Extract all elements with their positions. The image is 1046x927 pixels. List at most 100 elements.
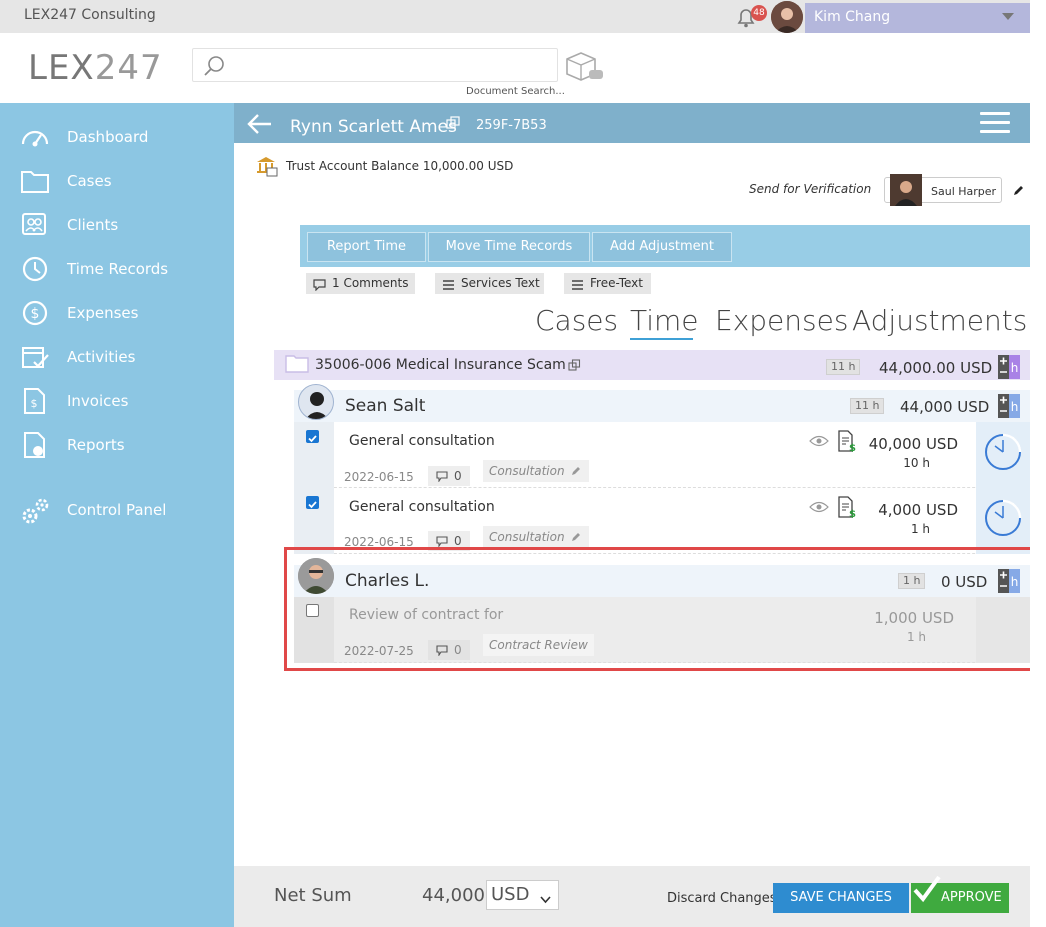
services-text-button[interactable]: Services Text: [435, 273, 544, 294]
clients-icon: [20, 211, 50, 239]
net-sum-value: 44,000: [422, 885, 485, 906]
entry-hours: 10 h: [903, 456, 930, 470]
pencil-icon[interactable]: [1012, 182, 1024, 201]
invoice-icon: $: [20, 387, 50, 415]
net-sum-label: Net Sum: [274, 885, 352, 906]
entry-tag[interactable]: Consultation: [483, 460, 589, 482]
sidebar: Dashboard Cases Clients Time Records $ E…: [0, 103, 234, 927]
move-time-records-button[interactable]: Move Time Records: [428, 232, 590, 262]
tab-expenses[interactable]: Expenses: [715, 304, 848, 337]
user-avatar[interactable]: [771, 1, 803, 33]
approve-button[interactable]: APPROVE: [911, 875, 1009, 913]
entry-amount: 4,000 USD: [878, 501, 958, 519]
employee-hours-badge: 11 h: [850, 398, 885, 414]
client-code: 259F-7B53: [476, 118, 547, 133]
sidebar-item-time-records[interactable]: Time Records: [0, 249, 234, 289]
case-sum: 44,000.00 USD: [879, 359, 993, 377]
entry-comments[interactable]: 0: [428, 466, 470, 486]
report-icon: [20, 431, 50, 459]
h-label: h: [1011, 361, 1019, 375]
check-icon: [913, 875, 941, 911]
report-time-button[interactable]: Report Time: [307, 232, 426, 262]
entry-title[interactable]: General consultation: [349, 499, 495, 515]
approve-label: APPROVE: [941, 890, 1002, 905]
calc-hours-icon[interactable]: h: [998, 355, 1020, 379]
timer-icon[interactable]: [983, 432, 1023, 476]
external-link-icon[interactable]: [568, 357, 581, 376]
gears-icon: [20, 496, 50, 524]
comment-icon: [436, 471, 448, 482]
sidebar-item-label: Time Records: [67, 260, 169, 278]
avatar: [298, 384, 334, 420]
eye-icon[interactable]: [809, 433, 829, 452]
sidebar-item-label: Activities: [67, 348, 136, 366]
entry-comment-count: 0: [454, 469, 462, 483]
user-name[interactable]: Kim Chang: [814, 9, 890, 25]
entry-date: 2022-06-15: [344, 470, 414, 484]
chevron-down-icon: [540, 887, 551, 915]
bank-icon: [256, 155, 278, 181]
calc-hours-icon[interactable]: h: [998, 394, 1020, 418]
sidebar-item-control-panel[interactable]: Control Panel: [0, 490, 234, 530]
entry-checkbox[interactable]: [306, 430, 319, 443]
comments-label: 1 Comments: [332, 276, 409, 290]
entry-tag[interactable]: Consultation: [483, 526, 589, 548]
currency-select[interactable]: USD: [486, 880, 559, 910]
send-verification-label: Send for Verification: [749, 182, 872, 196]
package-search-icon[interactable]: [563, 50, 605, 86]
gauge-icon: [20, 123, 50, 151]
entry-amount: 40,000 USD: [868, 435, 958, 453]
sidebar-item-invoices[interactable]: $ Invoices: [0, 381, 234, 421]
approver-avatar: [890, 174, 922, 206]
comments-button[interactable]: 1 Comments: [306, 273, 415, 294]
page-edge: [1030, 0, 1046, 927]
sidebar-item-label: Invoices: [67, 392, 129, 410]
svg-text:$: $: [31, 397, 38, 410]
dollar-icon: $: [20, 299, 50, 327]
pencil-icon: [571, 533, 580, 541]
free-text-button[interactable]: Free-Text: [564, 273, 651, 294]
tab-adjustments[interactable]: Adjustments: [852, 304, 1027, 337]
calendar-check-icon: [20, 343, 50, 371]
comment-icon: [313, 277, 326, 298]
document-search[interactable]: [192, 48, 558, 82]
timer-icon[interactable]: [983, 498, 1023, 542]
sidebar-item-label: Dashboard: [67, 128, 149, 146]
hamburger-menu-icon[interactable]: [980, 112, 1010, 134]
case-name[interactable]: 35006-006 Medical Insurance Scam: [315, 357, 566, 373]
tab-time[interactable]: Time: [630, 304, 699, 337]
sidebar-item-cases[interactable]: Cases: [0, 161, 234, 201]
sidebar-item-clients[interactable]: Clients: [0, 205, 234, 245]
entry-checkbox[interactable]: [306, 496, 319, 509]
add-adjustment-button[interactable]: Add Adjustment: [592, 232, 732, 262]
search-input[interactable]: [235, 49, 545, 81]
approver-select[interactable]: Saul Harper: [884, 174, 1002, 206]
sidebar-item-dashboard[interactable]: Dashboard: [0, 117, 234, 157]
back-arrow-icon[interactable]: [246, 111, 274, 141]
sidebar-item-expenses[interactable]: $ Expenses: [0, 293, 234, 333]
entry-tag-label: Consultation: [489, 530, 565, 544]
sidebar-item-label: Cases: [67, 172, 112, 190]
lines-icon: [571, 277, 584, 298]
sidebar-item-reports[interactable]: Reports: [0, 425, 234, 465]
client-name[interactable]: Rynn Scarlett Ames: [290, 117, 457, 137]
folder-icon: [285, 353, 309, 377]
chevron-down-icon[interactable]: [1002, 13, 1014, 20]
discard-changes-link[interactable]: Discard Changes: [667, 891, 777, 906]
logo-thin: 247: [94, 48, 163, 88]
currency-value: USD: [491, 884, 530, 905]
employee-sum: 44,000 USD: [900, 398, 990, 416]
eye-icon[interactable]: [809, 499, 829, 518]
entry-title[interactable]: General consultation: [349, 433, 495, 449]
active-tab-indicator: [630, 338, 693, 340]
tab-cases[interactable]: Cases: [535, 304, 618, 337]
h-label: h: [1011, 400, 1019, 414]
logo-bold: LEX: [28, 48, 95, 88]
sidebar-item-label: Expenses: [67, 304, 139, 322]
app-logo[interactable]: LEX247: [28, 48, 163, 88]
entry-comment-count: 0: [454, 534, 462, 548]
search-icon: [201, 53, 227, 83]
sidebar-item-activities[interactable]: Activities: [0, 337, 234, 377]
external-link-icon[interactable]: [446, 115, 460, 134]
save-changes-button[interactable]: SAVE CHANGES: [773, 883, 909, 913]
